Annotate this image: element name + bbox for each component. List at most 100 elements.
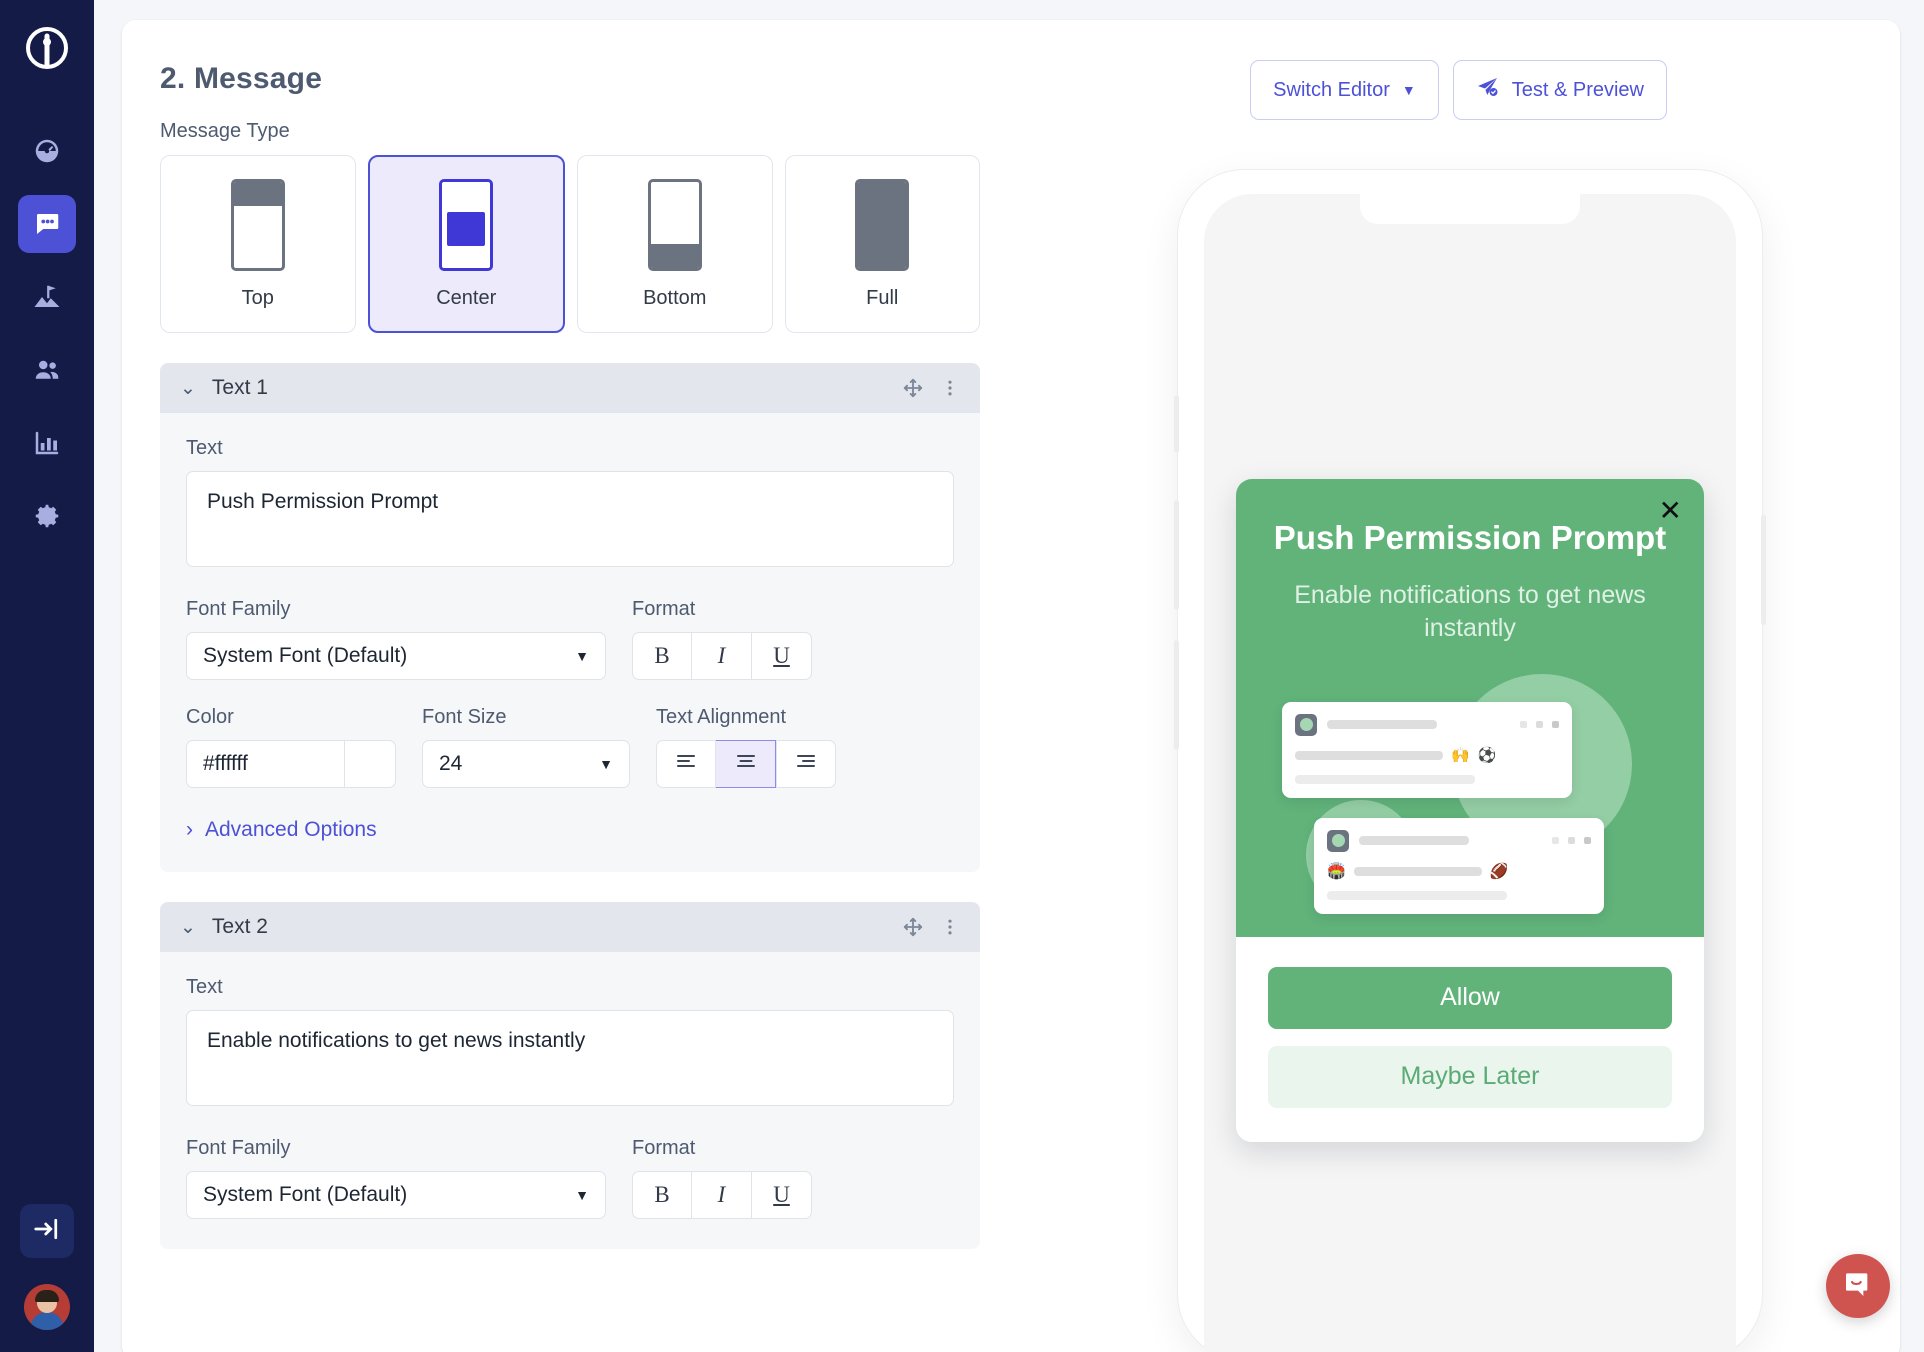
align-left-button[interactable]	[656, 740, 716, 788]
phone-notch	[1360, 194, 1580, 224]
text-1-field-label: Text	[186, 437, 223, 459]
text-panel-1-header[interactable]: ⌄ Text 1	[160, 363, 980, 413]
bold-button[interactable]: B	[632, 1171, 692, 1219]
chevron-down-icon[interactable]: ⌄	[180, 377, 196, 400]
sidebar-nav	[18, 122, 76, 545]
preview-illustration: 🙌 ⚽ 🏟️ 🏈	[1266, 660, 1674, 915]
text-panel-1-body: Text Font Family System Font (Default) ▼	[160, 413, 980, 872]
underline-button[interactable]: U	[752, 1171, 812, 1219]
phone-volume-up-button	[1174, 500, 1179, 610]
align-center-icon	[734, 751, 758, 778]
font-family-1-select[interactable]: System Font (Default) ▼	[186, 632, 606, 680]
message-type-center[interactable]: Center	[367, 155, 565, 333]
user-avatar[interactable]	[24, 1284, 70, 1330]
app-sidebar	[0, 0, 94, 1352]
page-title: 2. Message	[160, 62, 323, 95]
text-panel-1-title: Text 1	[211, 376, 268, 399]
text-1-input[interactable]	[186, 471, 954, 567]
editor-left-pane: 2. Message Switch Editor ▼ Test & Previe…	[122, 20, 1667, 1352]
message-type-bottom-label: Bottom	[643, 286, 707, 309]
phone-power-button	[1761, 515, 1766, 625]
journey-flag-icon	[32, 282, 62, 312]
color-1-label: Color	[186, 706, 234, 728]
font-size-1-select[interactable]: 24 ▼	[422, 740, 630, 788]
message-type-full[interactable]: Full	[784, 155, 980, 333]
main-canvas: 2. Message Switch Editor ▼ Test & Previe…	[94, 0, 1924, 1352]
dashboard-gauge-icon	[32, 136, 62, 166]
preview-title: Push Permission Prompt	[1273, 519, 1667, 556]
text-panel-2: ⌄ Text 2 Text Enable notifications to ge…	[160, 902, 980, 1249]
text-panel-2-title: Text 2	[211, 915, 268, 938]
font-family-2-value: System Font (Default)	[203, 1183, 408, 1206]
chevron-down-icon[interactable]: ⌄	[180, 916, 196, 939]
alignment-1-group	[656, 740, 836, 788]
football-emoji: 🏈	[1489, 862, 1509, 880]
align-left-icon	[674, 751, 698, 778]
message-type-options: Top Center Bottom Full	[160, 155, 980, 333]
drag-handle-icon[interactable]	[902, 916, 924, 938]
italic-button[interactable]: I	[692, 632, 752, 680]
phone-silent-switch	[1174, 395, 1179, 453]
phone-bottom-icon	[647, 178, 702, 271]
font-family-1-label: Font Family	[186, 598, 291, 620]
text-panel-2-header[interactable]: ⌄ Text 2	[160, 902, 980, 952]
underline-button[interactable]: U	[752, 632, 812, 680]
stadium-emoji: 🏟️	[1327, 862, 1346, 880]
bold-button[interactable]: B	[632, 632, 692, 680]
chevron-right-icon: ›	[186, 818, 193, 841]
advanced-options-toggle[interactable]: › Advanced Options	[186, 818, 954, 842]
preview-header: ✕ Push Permission Prompt Enable notifica…	[1236, 479, 1704, 937]
notification-card-2: 🏟️ 🏈	[1314, 817, 1604, 914]
align-right-button[interactable]	[776, 740, 836, 788]
sidebar-item-settings[interactable]	[18, 487, 76, 545]
soccer-ball-emoji: ⚽	[1477, 746, 1497, 764]
underline-icon: U	[773, 643, 790, 668]
intercom-chat-icon	[1842, 1268, 1874, 1305]
app-icon	[1295, 713, 1317, 736]
maybe-later-button[interactable]: Maybe Later	[1268, 1045, 1672, 1108]
notification-card-1: 🙌 ⚽	[1282, 701, 1572, 798]
preview-pane: ✕ Push Permission Prompt Enable notifica…	[1122, 20, 1900, 1352]
format-1-label: Format	[632, 598, 696, 620]
analytics-bar-chart-icon	[32, 428, 62, 458]
italic-icon: I	[717, 643, 726, 668]
sidebar-item-journeys[interactable]	[18, 268, 76, 326]
text-panel-2-body: Text Font Family System Font (Default) ▼	[160, 952, 980, 1249]
text-2-input[interactable]	[186, 1010, 954, 1106]
app-icon	[1327, 829, 1349, 852]
align-center-button[interactable]	[716, 740, 776, 788]
sidebar-item-campaigns[interactable]	[18, 195, 76, 253]
message-type-bottom[interactable]: Bottom	[577, 155, 773, 333]
italic-button[interactable]: I	[692, 1171, 752, 1219]
collapse-arrow-icon	[32, 1214, 62, 1249]
color-1-input[interactable]: #ffffff	[186, 740, 344, 788]
support-chat-button[interactable]	[1826, 1254, 1890, 1318]
allow-button[interactable]: Allow	[1268, 966, 1672, 1029]
sidebar-collapse-button[interactable]	[20, 1204, 74, 1258]
format-1-group: B I U	[632, 632, 812, 680]
drag-handle-icon[interactable]	[902, 377, 924, 399]
phone-top-icon	[230, 178, 285, 271]
format-2-label: Format	[632, 1137, 696, 1159]
more-options-icon[interactable]	[940, 916, 960, 938]
text-panel-1: ⌄ Text 1 Text Push Permission Prompt Fon…	[160, 363, 980, 872]
font-family-2-select[interactable]: System Font (Default) ▼	[186, 1171, 606, 1219]
sidebar-footer	[0, 1204, 94, 1330]
more-options-icon[interactable]	[940, 377, 960, 399]
sidebar-item-dashboard[interactable]	[18, 122, 76, 180]
alignment-1-label: Text Alignment	[656, 706, 787, 728]
signal-dots-icon	[1520, 721, 1559, 728]
bold-icon: B	[654, 1182, 670, 1207]
sidebar-item-segments[interactable]	[18, 341, 76, 399]
clevertap-logo-icon[interactable]	[19, 22, 75, 78]
message-type-top[interactable]: Top	[160, 155, 356, 333]
close-icon[interactable]: ✕	[1659, 497, 1682, 525]
phone-mockup: ✕ Push Permission Prompt Enable notifica…	[1174, 170, 1766, 1352]
sidebar-item-analytics[interactable]	[18, 414, 76, 472]
color-1-swatch[interactable]	[344, 740, 396, 788]
settings-gear-icon	[32, 501, 62, 531]
phone-full-icon	[855, 178, 910, 271]
preview-subtitle: Enable notifications to get news instant…	[1294, 581, 1646, 643]
text-2-field-label: Text	[186, 976, 223, 998]
raised-hands-emoji: 🙌	[1451, 746, 1470, 764]
